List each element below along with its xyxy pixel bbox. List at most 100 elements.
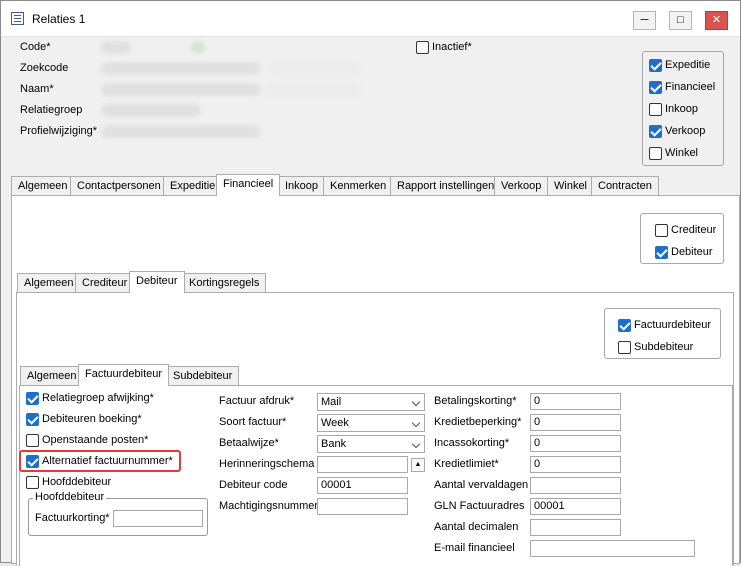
kredietbeperking-label: Kredietbeperking* [434, 416, 522, 428]
openstaande-posten-checkbox[interactable] [26, 434, 39, 447]
incassokorting-label: Incassokorting* [434, 437, 510, 449]
factuurdebiteur-panel: Relatiegroep afwijking* Debiteuren boeki… [19, 385, 733, 566]
gln-factuuradres-input[interactable]: 00001 [530, 498, 621, 515]
code-status-indicator [191, 41, 205, 54]
incassokorting-input[interactable]: 0 [530, 435, 621, 452]
minimize-button[interactable]: ─ [633, 11, 656, 30]
deb-role-group: Factuurdebiteur Subdebiteur [604, 308, 721, 359]
herinneringsschema-label: Herinneringschema [219, 458, 315, 470]
herinneringsschema-lookup-button[interactable]: ▲ [411, 458, 425, 472]
maximize-button[interactable]: □ [669, 11, 692, 30]
factuurdebiteur-label: Factuurdebiteur [634, 319, 712, 331]
winkel-label: Winkel [665, 147, 699, 159]
tab-contracten[interactable]: Contracten [591, 176, 659, 195]
betalingskorting-input[interactable]: 0 [530, 393, 621, 410]
aantal-decimalen-label: Aantal decimalen [434, 521, 519, 533]
inactief-label: Inactief* [432, 41, 472, 53]
title-bar: Relaties 1 ─ □ ✕ [1, 1, 740, 37]
relatiegroep-afwijking-label: Relatiegroep afwijking* [42, 392, 154, 404]
code-field[interactable] [101, 41, 131, 54]
zoekcode-field[interactable] [101, 62, 261, 75]
aantal-vervaldagen-label: Aantal vervaldagen [434, 479, 529, 491]
machtigingsnummer-label: Machtigingsnummer [219, 500, 319, 512]
fin-tab-crediteur[interactable]: Crediteur [75, 273, 135, 292]
deb-tab-subdebiteur[interactable]: Subdebiteur [166, 366, 240, 385]
crediteur-checkbox[interactable] [655, 224, 668, 237]
debiteur-code-label: Debiteur code [219, 479, 288, 491]
hoofddebiteur-group: Hoofddebiteur Factuurkorting* [28, 491, 208, 536]
main-tab-strip: Algemeen Contactpersonen Expeditie Finan… [11, 174, 731, 196]
zoekcode-field-extension [266, 62, 361, 75]
tab-verkoop[interactable]: Verkoop [494, 176, 549, 195]
naam-field[interactable] [101, 83, 261, 96]
subdebiteur-checkbox[interactable] [618, 341, 631, 354]
tab-winkel[interactable]: Winkel [547, 176, 595, 195]
debiteur-label: Debiteur [671, 246, 713, 258]
tab-rapport-instellingen[interactable]: Rapport instellingen [390, 176, 502, 195]
winkel-checkbox[interactable] [649, 147, 662, 160]
relatiegroep-afwijking-checkbox[interactable] [26, 392, 39, 405]
tab-algemeen[interactable]: Algemeen [11, 176, 75, 195]
chevron-down-icon [411, 418, 421, 428]
fin-tab-kortingsregels[interactable]: Kortingsregels [182, 273, 267, 292]
betaalwijze-value: Bank [321, 438, 347, 450]
aantal-vervaldagen-input[interactable] [530, 477, 621, 494]
betaalwijze-select[interactable]: Bank [317, 435, 425, 453]
tab-inkoop[interactable]: Inkoop [278, 176, 326, 195]
chevron-down-icon [411, 397, 421, 407]
naam-label: Naam* [20, 83, 54, 95]
zoekcode-label: Zoekcode [20, 62, 69, 74]
debiteuren-boeking-checkbox[interactable] [26, 413, 39, 426]
financieel-checkbox[interactable] [649, 81, 662, 94]
debiteur-checkbox[interactable] [655, 246, 668, 259]
tab-financieel[interactable]: Financieel [216, 174, 281, 196]
gln-factuuradres-label: GLN Factuuradres [434, 500, 525, 512]
factuur-afdruk-select[interactable]: Mail [317, 393, 425, 411]
email-financieel-input[interactable] [530, 540, 695, 557]
kredietlimiet-label: Kredietlimiet* [434, 458, 499, 470]
profielwijziging-label: Profielwijziging* [20, 125, 98, 137]
debiteur-tab-strip: Algemeen Factuurdebiteur Subdebiteur [20, 364, 280, 386]
hoofddebiteur-checkbox[interactable] [26, 476, 39, 489]
relatiegroep-select[interactable] [101, 104, 201, 117]
openstaande-posten-label: Openstaande posten* [42, 434, 149, 446]
herinneringsschema-input[interactable] [317, 456, 408, 473]
relatiegroep-label: Relatiegroep [20, 104, 83, 116]
factuurkorting-input[interactable] [113, 510, 203, 527]
subdebiteur-label: Subdebiteur [634, 341, 694, 353]
tab-contactpersonen[interactable]: Contactpersonen [70, 176, 168, 195]
close-button[interactable]: ✕ [705, 11, 728, 30]
factuur-afdruk-value: Mail [321, 396, 342, 408]
factuurdebiteur-checkbox[interactable] [618, 319, 631, 332]
kredietbeperking-input[interactable]: 0 [530, 414, 621, 431]
code-label: Code* [20, 41, 51, 53]
debiteur-panel: Factuurdebiteur Subdebiteur Algemeen Fac… [16, 292, 734, 566]
verkoop-label: Verkoop [665, 125, 706, 137]
soort-factuur-select[interactable]: Week [317, 414, 425, 432]
deb-tab-factuurdebiteur[interactable]: Factuurdebiteur [78, 364, 170, 386]
tab-expeditie[interactable]: Expeditie [163, 176, 223, 195]
chevron-down-icon [411, 439, 421, 449]
inactief-checkbox[interactable] [416, 41, 429, 54]
deb-tab-algemeen[interactable]: Algemeen [20, 366, 84, 385]
factuur-afdruk-label: Factuur afdruk* [219, 395, 295, 407]
financieel-label: Financieel [665, 81, 716, 93]
tab-kenmerken[interactable]: Kenmerken [323, 176, 394, 195]
fin-tab-algemeen[interactable]: Algemeen [17, 273, 81, 292]
hoofddebiteur-label: Hoofddebiteur [42, 476, 112, 488]
debiteur-code-input[interactable]: 00001 [317, 477, 408, 494]
role-group: Expeditie Financieel Inkoop Verkoop Wink… [642, 51, 724, 166]
machtigingsnummer-input[interactable] [317, 498, 408, 515]
alternatief-factuurnummer-label: Alternatief factuurnummer* [42, 455, 173, 467]
kredietlimiet-input[interactable]: 0 [530, 456, 621, 473]
aantal-decimalen-input[interactable] [530, 519, 621, 536]
debiteuren-boeking-label: Debiteuren boeking* [42, 413, 142, 425]
inkoop-checkbox[interactable] [649, 103, 662, 116]
crediteur-label: Crediteur [671, 224, 717, 236]
fin-tab-debiteur[interactable]: Debiteur [129, 271, 185, 293]
expeditie-checkbox[interactable] [649, 59, 662, 72]
hoofddebiteur-group-legend: Hoofddebiteur [33, 491, 107, 503]
profielwijziging-select[interactable] [101, 125, 261, 138]
alternatief-factuurnummer-checkbox[interactable] [26, 455, 39, 468]
verkoop-checkbox[interactable] [649, 125, 662, 138]
